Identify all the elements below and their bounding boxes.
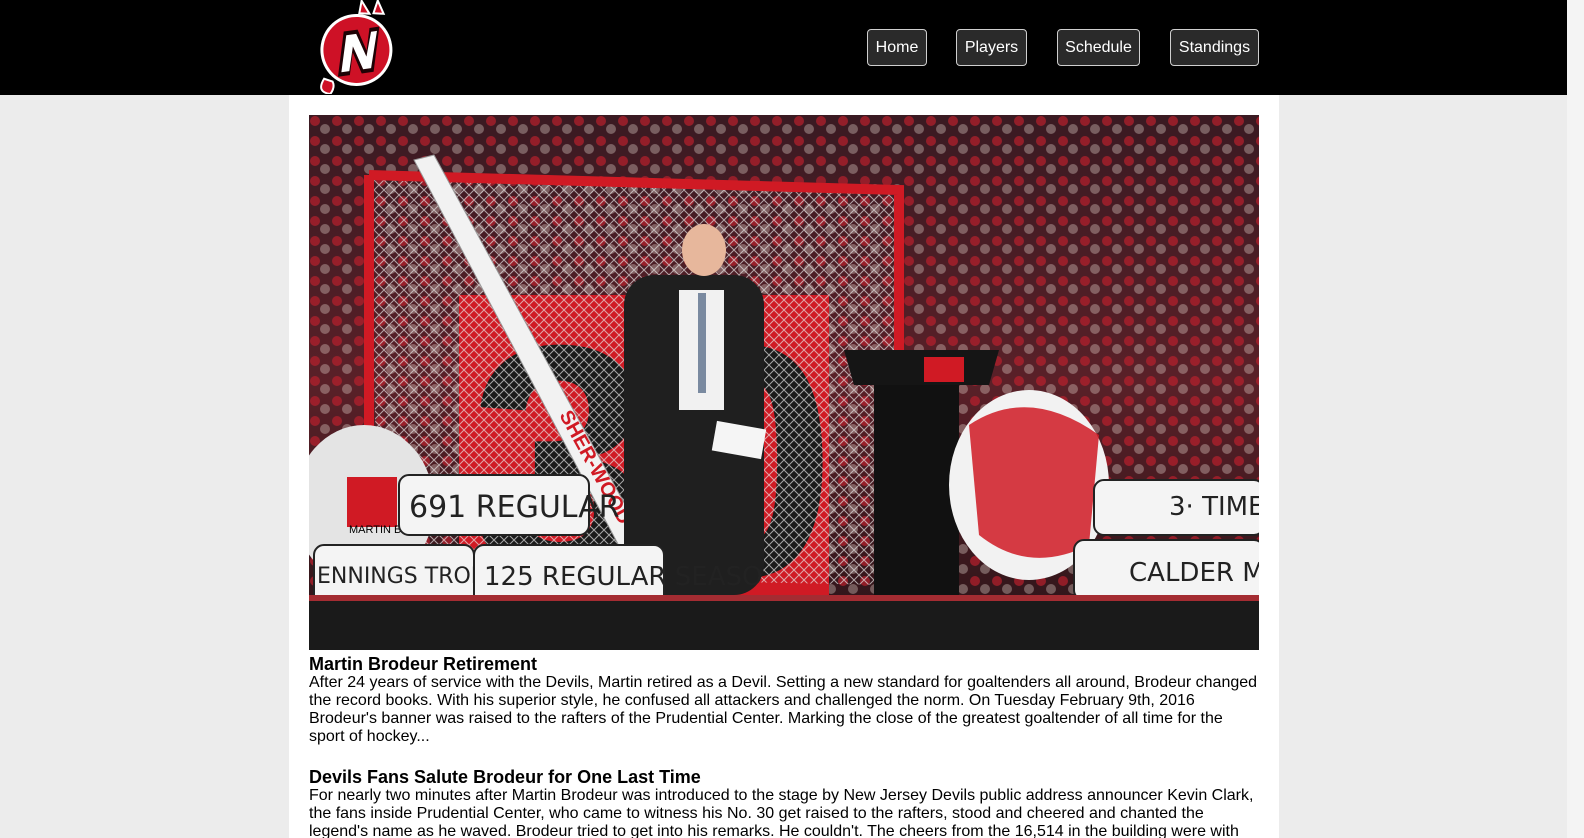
header-bar: Home Players Schedule Standings: [0, 0, 1567, 96]
article-body: After 24 years of service with the Devil…: [309, 674, 1258, 745]
article-body: For nearly two minutes after Martin Brod…: [309, 787, 1254, 838]
arena-ceremony-icon: 30 SHER-WOOD MARTIN BR: [309, 115, 1259, 650]
svg-text:125 REGULAR SEASO: 125 REGULAR SEASO: [484, 562, 762, 592]
article-title[interactable]: Martin Brodeur Retirement: [309, 654, 1259, 674]
article-title[interactable]: Devils Fans Salute Brodeur for One Last …: [309, 767, 1259, 787]
nav-schedule-button[interactable]: Schedule: [1057, 29, 1140, 66]
devils-logo[interactable]: [308, 0, 404, 96]
page-scrollbar[interactable]: [1567, 0, 1584, 838]
svg-text:691 REGULAR: 691 REGULAR: [409, 490, 620, 525]
nav-standings-button[interactable]: Standings: [1170, 29, 1259, 66]
nav-players-button[interactable]: Players: [956, 29, 1027, 66]
main-content: 30 SHER-WOOD MARTIN BR: [289, 95, 1279, 838]
hero-photo: 30 SHER-WOOD MARTIN BR: [309, 115, 1259, 650]
article-brodeur-retirement: Martin Brodeur Retirement After 24 years…: [309, 654, 1259, 746]
nav-home-button[interactable]: Home: [867, 29, 927, 66]
svg-text:3· TIME S: 3· TIME S: [1169, 492, 1259, 522]
article-fans-salute: Devils Fans Salute Brodeur for One Last …: [309, 767, 1259, 838]
svg-text:CALDER MEMO: CALDER MEMO: [1129, 558, 1259, 588]
